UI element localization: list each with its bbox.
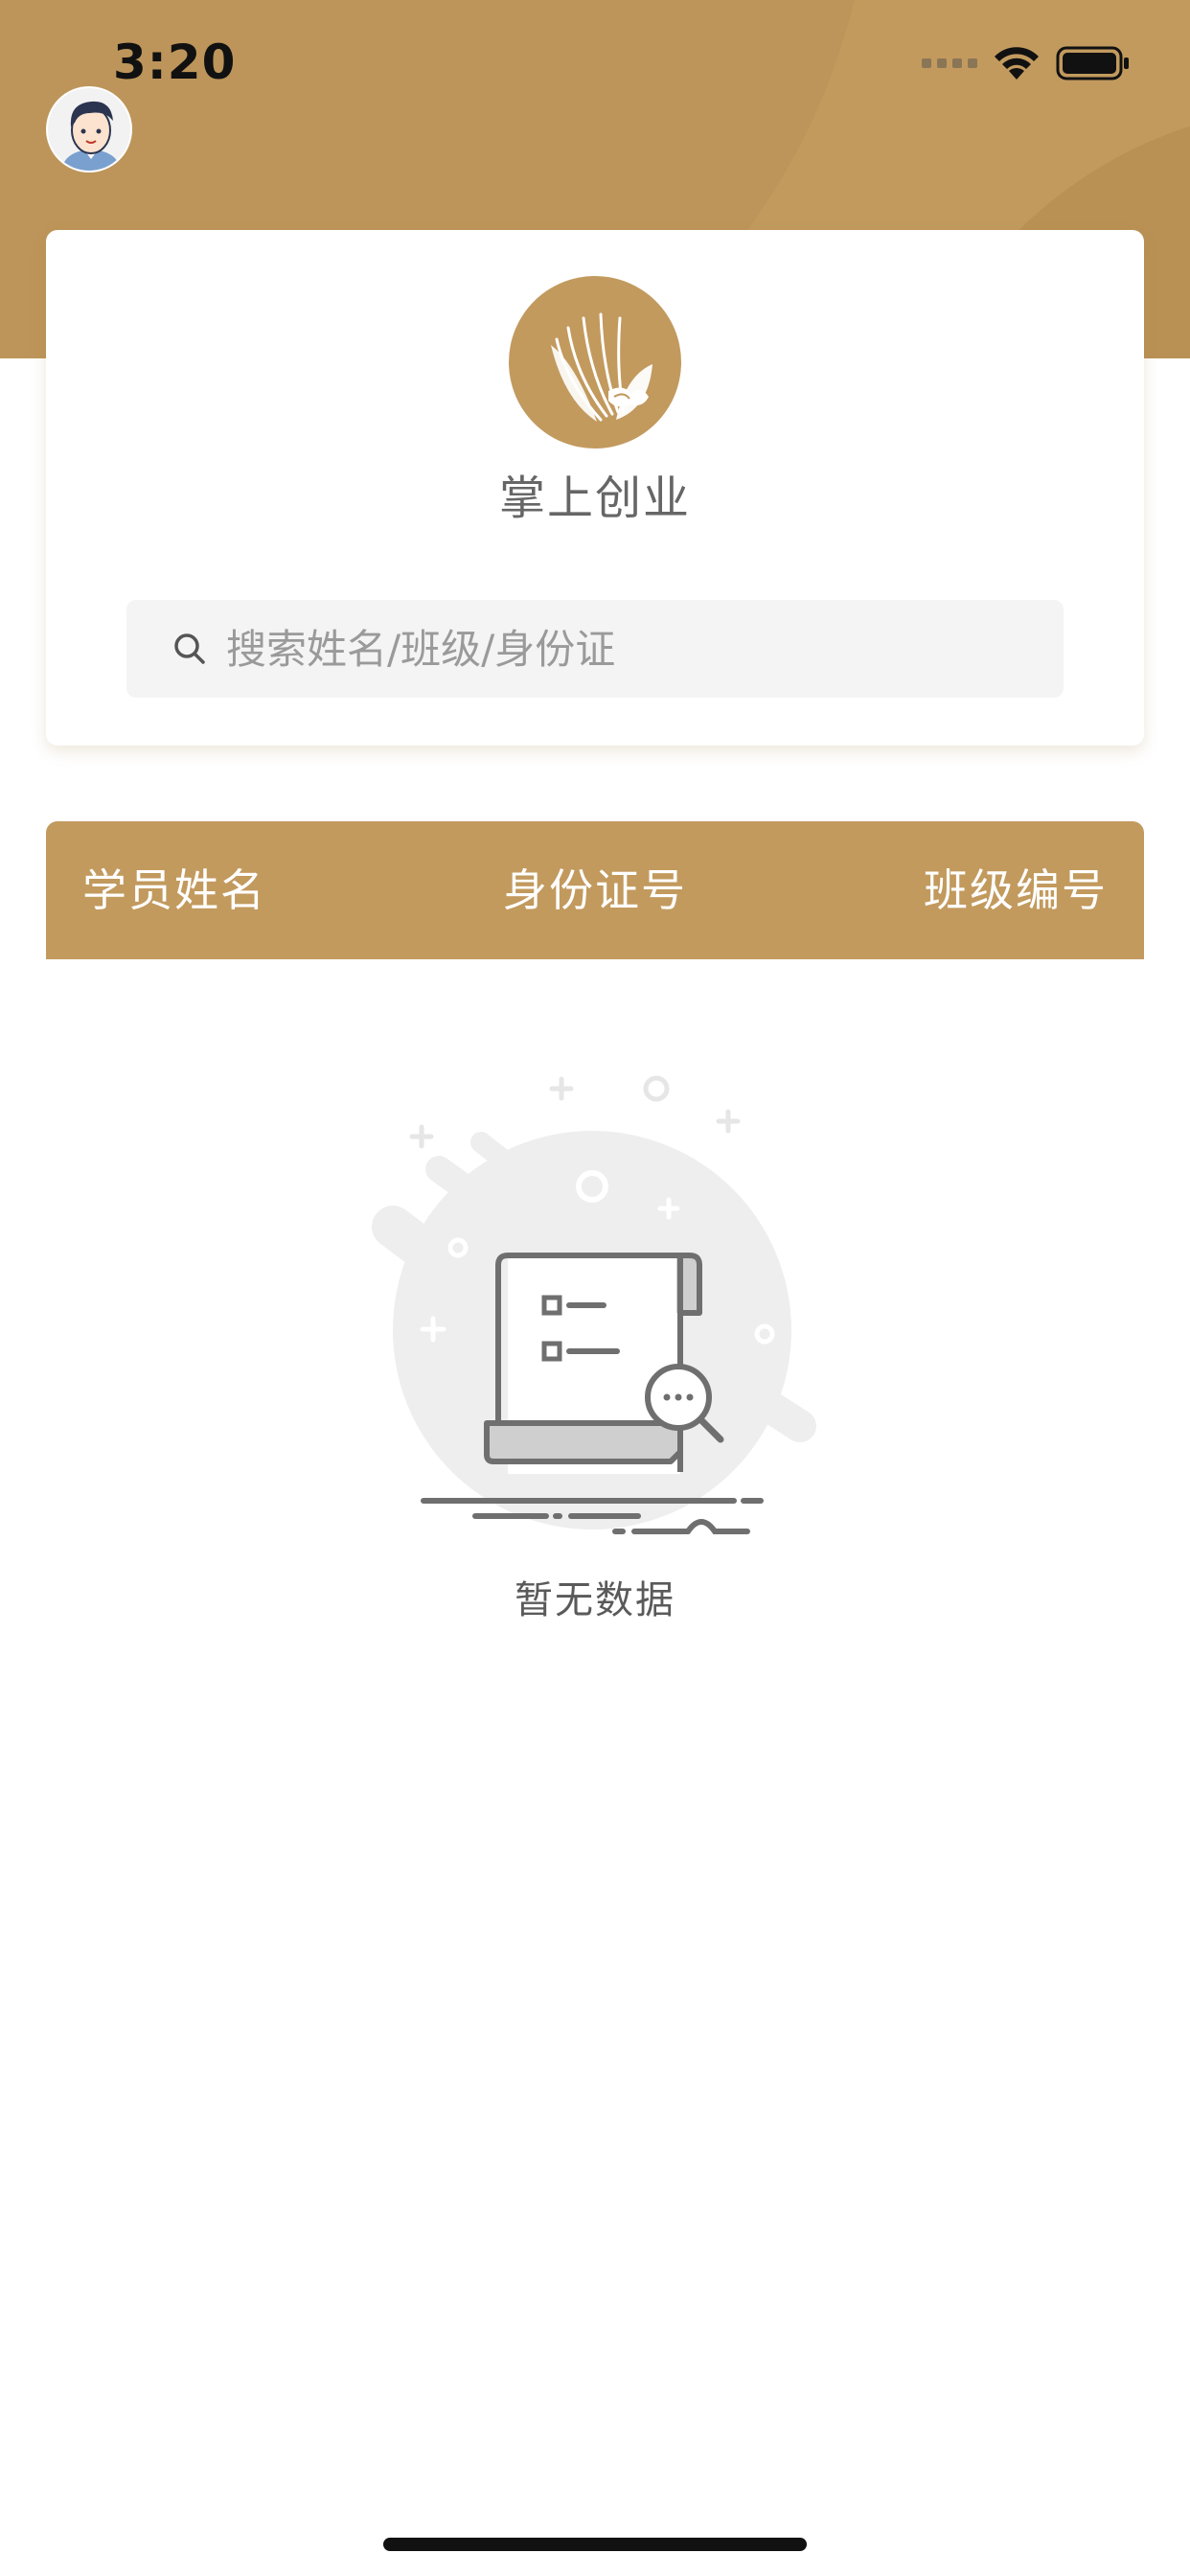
- battery-icon: [1056, 46, 1129, 80]
- empty-state-message: 暂无数据: [515, 1578, 675, 1622]
- user-avatar-icon: [48, 88, 130, 171]
- wifi-icon: [995, 47, 1039, 80]
- table-header: 身份证号 学员姓名 班级编号: [46, 821, 1144, 959]
- column-header-student-name: 学员姓名: [82, 864, 266, 916]
- search-icon: [172, 632, 207, 666]
- empty-document-search-icon: [364, 1064, 824, 1562]
- status-indicators: [922, 42, 1131, 84]
- column-header-class-number: 班级编号: [924, 864, 1108, 916]
- avatar[interactable]: [46, 86, 132, 172]
- home-indicator[interactable]: [383, 2538, 807, 2551]
- brand-name: 掌上创业: [498, 472, 691, 525]
- lotus-logo-icon: [509, 276, 681, 448]
- cellular-signal-icon: [922, 58, 977, 68]
- brand-search-card: 掌上创业: [46, 230, 1144, 746]
- search-bar[interactable]: [126, 600, 1064, 698]
- search-input[interactable]: [224, 624, 1014, 674]
- status-time: 3:20: [113, 34, 237, 90]
